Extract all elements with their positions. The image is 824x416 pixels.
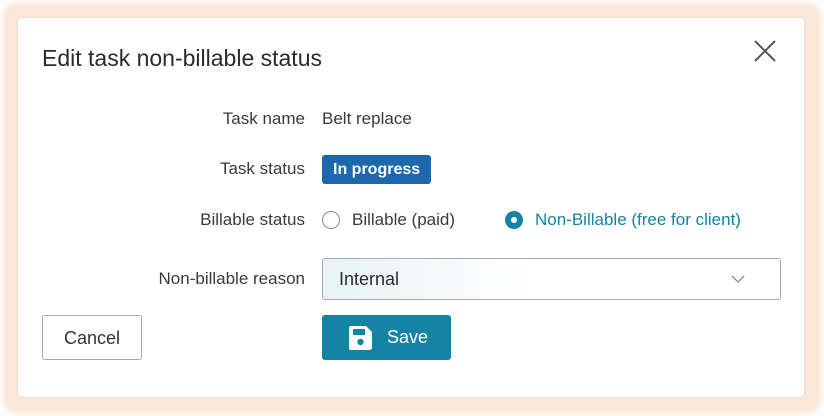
- task-name-label: Task name: [222, 109, 305, 128]
- edit-task-dialog: Edit task non-billable status Task name …: [18, 18, 804, 397]
- billable-status-label: Billable status: [200, 210, 305, 229]
- radio-unselected-icon[interactable]: [322, 211, 340, 229]
- chevron-down-icon: [730, 271, 746, 287]
- reason-select-value: Internal: [339, 269, 400, 289]
- billable-option-label: Billable (paid): [352, 210, 455, 229]
- floppy-disk-icon: [347, 325, 373, 351]
- dialog-title: Edit task non-billable status: [42, 45, 322, 71]
- task-status-label: Task status: [219, 159, 305, 178]
- radio-selected-icon[interactable]: [505, 211, 523, 229]
- task-status-badge: In progress: [322, 155, 432, 184]
- reason-label: Non-billable reason: [158, 269, 305, 288]
- cancel-button-label: Cancel: [63, 328, 121, 348]
- non-billable-option-label: Non-Billable (free for client): [535, 210, 741, 229]
- task-name-value: Belt replace: [322, 109, 412, 128]
- save-button[interactable]: Save: [322, 315, 451, 360]
- non-billable-radio-option[interactable]: Non-Billable (free for client): [505, 209, 741, 231]
- cancel-button[interactable]: Cancel: [42, 315, 142, 360]
- billable-radio-option[interactable]: Billable (paid): [322, 209, 455, 231]
- close-icon[interactable]: [751, 37, 779, 65]
- reason-select[interactable]: Internal: [322, 258, 781, 300]
- save-button-label: Save: [387, 327, 429, 347]
